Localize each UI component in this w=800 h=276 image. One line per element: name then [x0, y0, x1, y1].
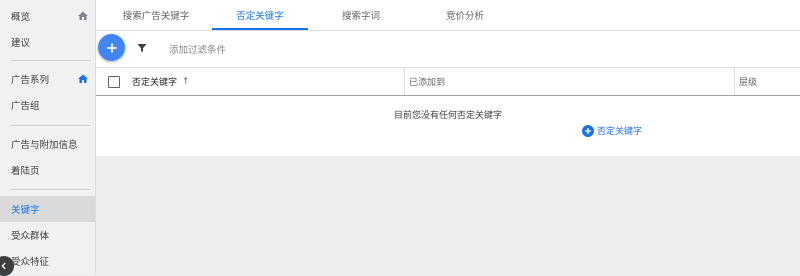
sidebar-item-label: 广告系列: [11, 75, 50, 86]
add-button[interactable]: [98, 34, 125, 61]
sidebar-item-label: 关键字: [11, 205, 40, 216]
plus-icon: [106, 42, 117, 53]
tab-label: 搜索字词: [341, 11, 380, 22]
sidebar-item-keywords[interactable]: 关键字: [0, 196, 95, 222]
column-label: 层级: [739, 78, 758, 88]
tab-search-terms[interactable]: 搜索字词: [326, 0, 396, 30]
sidebar-item-label: 受众群体: [11, 231, 50, 242]
add-filter-link[interactable]: 添加过滤条件: [169, 42, 226, 56]
sort-arrow-icon: ↑: [182, 76, 190, 87]
sidebar-divider: [11, 60, 91, 61]
sidebar-divider: [11, 125, 91, 126]
plus-circle-icon: [582, 124, 594, 137]
sidebar-item-ads-extensions[interactable]: 广告与附加信息: [0, 131, 95, 157]
column-divider: [404, 68, 405, 95]
chevron-left-icon: [1, 262, 6, 270]
sidebar-item-ad-groups[interactable]: 广告组: [0, 92, 95, 118]
empty-state-message: 目前您没有任何否定关键字: [393, 111, 502, 121]
sidebar-item-label: 概览: [11, 12, 31, 23]
tab-auction-insights[interactable]: 竞价分析: [430, 0, 500, 30]
sidebar-item-label: 建议: [11, 38, 31, 49]
sidebar-item-audiences[interactable]: 受众群体: [0, 222, 95, 248]
tab-negative-keywords[interactable]: 否定关键字: [212, 0, 308, 30]
home-icon: [78, 11, 88, 20]
sidebar-item-label: 受众特征: [11, 257, 50, 268]
tab-label: 否定关键字: [236, 11, 284, 22]
sidebar-item-landing-pages[interactable]: 着陆页: [0, 157, 95, 183]
sidebar-divider: [11, 189, 91, 190]
tab-bar: 搜索广告关键字 否定关键字 搜索字词 竞价分析: [96, 0, 800, 31]
column-header-negative-keyword[interactable]: 否定关键字 ↑: [132, 68, 190, 95]
sidebar-item-overview[interactable]: 概览: [0, 3, 95, 29]
column-label: 已添加到: [409, 78, 446, 88]
column-header-added-to[interactable]: 已添加到: [409, 68, 445, 95]
toolbar: 添加过滤条件: [96, 31, 800, 67]
sidebar-item-label: 着陆页: [11, 166, 40, 177]
main-content: 搜索广告关键字 否定关键字 搜索字词 竞价分析 添加过滤条件 否定关键字 ↑ 已…: [96, 0, 800, 274]
column-header-level[interactable]: 层级: [739, 68, 757, 95]
tab-label: 搜索广告关键字: [122, 11, 190, 22]
column-label: 否定关键字: [132, 78, 178, 88]
tab-search-keywords[interactable]: 搜索广告关键字: [110, 0, 202, 30]
sidebar-item-recommendations[interactable]: 建议: [0, 29, 95, 55]
tab-label: 竞价分析: [445, 11, 484, 22]
select-all-checkbox[interactable]: [108, 76, 120, 88]
sidebar-item-campaigns[interactable]: 广告系列: [0, 66, 95, 92]
table-header: 否定关键字 ↑ 已添加到 层级: [96, 68, 800, 96]
sidebar-item-demographics[interactable]: 受众特征: [0, 248, 95, 274]
home-icon: [78, 74, 88, 83]
sidebar-item-label: 广告组: [11, 101, 40, 112]
sidebar: 概览 建议 广告系列 广告组 广告与附加信息 着陆页 关键字 受众群体 受众特征: [0, 0, 96, 276]
sidebar-item-label: 广告与附加信息: [11, 140, 78, 151]
filter-icon[interactable]: [136, 42, 148, 54]
add-negative-keyword-link[interactable]: 否定关键字: [582, 124, 642, 137]
add-negative-keyword-label: 否定关键字: [597, 127, 643, 137]
negative-keywords-table: 否定关键字 ↑ 已添加到 层级 目前您没有任何否定关键字 否定关键字: [96, 67, 800, 156]
column-divider: [734, 68, 735, 95]
